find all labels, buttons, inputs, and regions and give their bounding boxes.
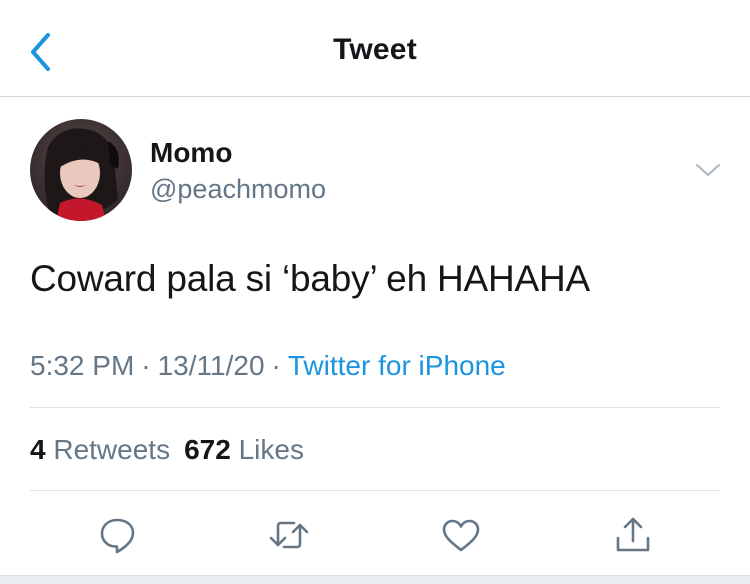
share-button[interactable]	[611, 513, 655, 557]
likes-stat[interactable]: 672 Likes	[184, 434, 304, 465]
chevron-down-icon	[696, 164, 720, 176]
retweets-count: 4	[30, 434, 46, 465]
meta-separator: ·	[141, 350, 151, 381]
share-icon	[616, 517, 650, 552]
retweets-label: Retweets	[53, 434, 171, 465]
tweet-text: Coward pala si ‘baby’ eh HAHAHA	[30, 258, 591, 299]
profile-photo	[30, 119, 132, 221]
avatar[interactable]	[30, 119, 132, 221]
tweet-options-button[interactable]	[693, 160, 723, 180]
tweet-stats: 4 Retweets 672 Likes	[30, 434, 304, 466]
author-handle[interactable]: @peachmomo	[150, 174, 326, 205]
nav-bar: Tweet	[0, 0, 750, 97]
likes-label: Likes	[238, 434, 304, 465]
like-icon	[442, 519, 480, 552]
reply-button[interactable]	[96, 513, 140, 557]
retweet-button[interactable]	[267, 513, 311, 557]
likes-count: 672	[184, 434, 231, 465]
bottom-edge	[0, 575, 750, 584]
divider	[30, 490, 720, 491]
tweet-time: 5:32 PM	[30, 350, 135, 381]
meta-separator: ·	[271, 350, 281, 381]
tweet-meta: 5:32 PM · 13/11/20 · Twitter for iPhone	[30, 350, 506, 382]
divider	[30, 407, 720, 408]
retweet-icon	[269, 521, 309, 549]
retweets-stat[interactable]: 4 Retweets	[30, 434, 170, 465]
tweet-date: 13/11/20	[157, 350, 265, 381]
reply-icon	[100, 518, 135, 554]
author-name[interactable]: Momo	[150, 137, 232, 169]
tweet-source-link[interactable]: Twitter for iPhone	[288, 350, 506, 381]
like-button[interactable]	[439, 513, 483, 557]
page-title: Tweet	[333, 33, 417, 66]
